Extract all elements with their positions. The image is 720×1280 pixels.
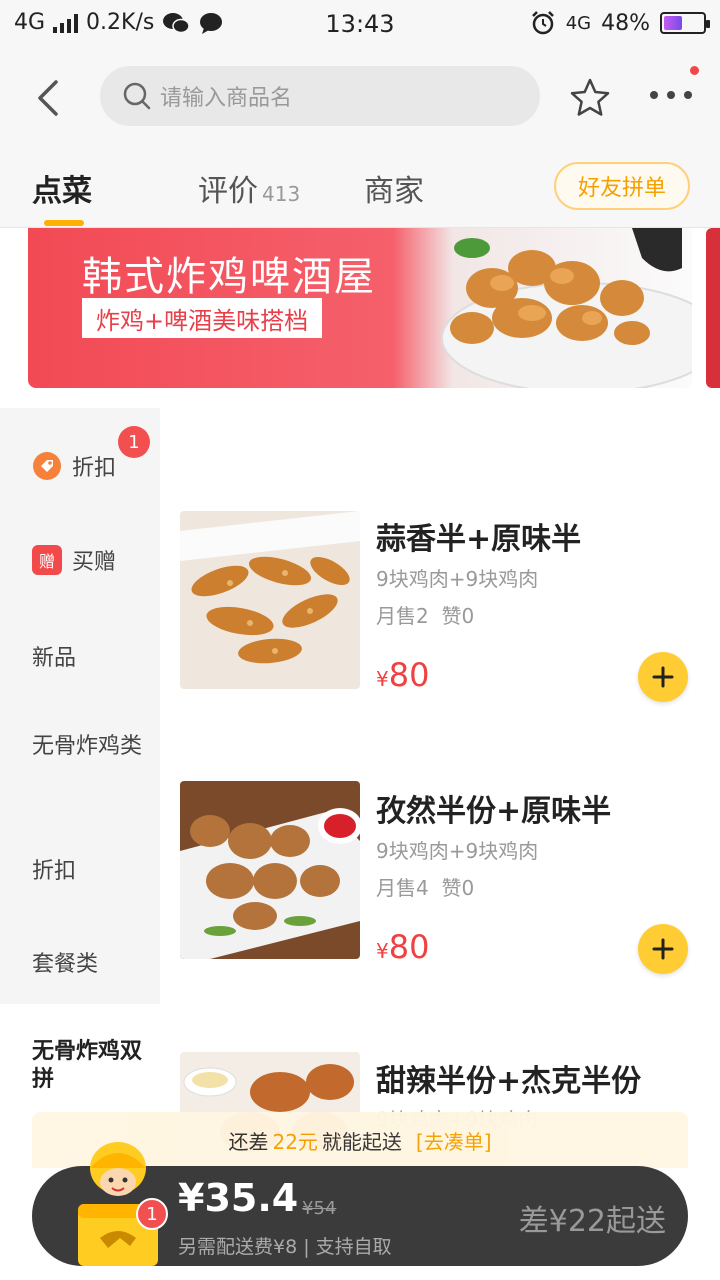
item-name: 孜然半份+原味半 [376, 794, 612, 829]
tab-order[interactable]: 点菜 [32, 166, 92, 210]
fried-wings-photo [180, 511, 360, 689]
promo-banner[interactable]: 韩式炸鸡啤酒屋 炸鸡+啤酒美味搭档 [28, 228, 692, 388]
item-image[interactable] [180, 781, 360, 959]
tab-bar: 点菜 评价 413 商家 好友拼单 [0, 142, 720, 228]
plus-icon [652, 938, 674, 960]
category-combo[interactable]: 套餐类 [32, 946, 98, 978]
battery-percent: 48% [601, 10, 650, 36]
search-icon [123, 82, 151, 110]
search-input[interactable]: 请输入商品名 [100, 66, 540, 126]
tab-reviews-label: 评价 [198, 174, 258, 209]
discount-badge: 1 [118, 426, 150, 458]
shop-header: 请输入商品名 [0, 52, 720, 142]
banner-title: 韩式炸鸡啤酒屋 [82, 254, 376, 300]
item-name: 蒜香半+原味半 [376, 522, 582, 557]
category-label: 买赠 [72, 550, 117, 575]
category-boneless[interactable]: 无骨炸鸡类 [32, 733, 142, 761]
item-image[interactable] [180, 511, 360, 689]
tab-merchant-label: 商家 [364, 174, 424, 209]
like-count: 赞0 [441, 876, 475, 900]
category-gift[interactable]: 赠 买赠 [32, 544, 116, 576]
item-name: 甜辣半份+杰克半份 [376, 1064, 642, 1099]
discount-tag-icon [33, 452, 61, 480]
active-tab-indicator [44, 220, 84, 226]
tip-prefix: 还差 [228, 1129, 269, 1154]
network-label-right: 4G [565, 12, 592, 34]
price-value: 80 [388, 928, 430, 966]
tip-amount: 22元 [272, 1129, 318, 1154]
plus-icon [652, 666, 674, 688]
price-value: 80 [388, 656, 430, 694]
cart-count-badge: 1 [136, 1198, 168, 1230]
category-new[interactable]: 新品 [32, 640, 76, 672]
item-sales: 月售4 赞0 [376, 872, 474, 901]
like-count: 赞0 [441, 604, 475, 628]
next-banner-edge [706, 228, 720, 388]
status-right: 4G 48% [530, 10, 710, 36]
cart-total: ¥35.4 [178, 1176, 299, 1220]
item-price: ¥80 [376, 656, 429, 694]
add-more-link[interactable]: [去凑单] [416, 1126, 492, 1155]
alarm-icon [531, 11, 554, 35]
favorite-star-icon[interactable] [568, 76, 612, 120]
category-label: 新品 [32, 646, 77, 671]
category-label: 折扣 [32, 859, 77, 884]
item-description: 9块鸡肉+9块鸡肉 [376, 567, 539, 591]
group-order-button[interactable]: 好友拼单 [554, 162, 690, 210]
search-placeholder: 请输入商品名 [160, 86, 293, 111]
monthly-sales: 月售4 [376, 876, 429, 900]
battery-icon [660, 12, 710, 34]
item-sales: 月售2 赞0 [376, 600, 474, 629]
item-description: 9块鸡肉+9块鸡肉 [376, 839, 539, 863]
add-to-cart-button[interactable] [638, 924, 688, 974]
tab-merchant[interactable]: 商家 [364, 166, 424, 210]
tip-suffix: 就能起送 [321, 1129, 402, 1154]
category-label: 无骨炸鸡类 [32, 734, 143, 759]
add-to-cart-button[interactable] [638, 652, 688, 702]
category-label: 套餐类 [32, 952, 99, 977]
notification-dot [690, 66, 699, 75]
category-label: 折扣 [72, 456, 117, 481]
back-icon[interactable] [30, 76, 70, 120]
banner-subtitle: 炸鸡+啤酒美味搭档 [82, 298, 323, 338]
category-discount-2[interactable]: 折扣 [32, 853, 76, 885]
cart-original-price: ¥54 [302, 1198, 337, 1219]
item-price: ¥80 [376, 928, 429, 966]
fried-chicken-plate-photo [180, 781, 360, 959]
category-sidebar [0, 408, 160, 1004]
min-order-remaining[interactable]: 差¥22起送 [519, 1196, 666, 1240]
review-count: 413 [262, 182, 301, 206]
more-options-icon[interactable] [646, 80, 696, 110]
battery-level [664, 16, 683, 30]
tab-reviews[interactable]: 评价 413 [198, 166, 300, 210]
currency-symbol: ¥ [376, 667, 389, 691]
category-boneless-double[interactable]: 无骨炸鸡双拼 [32, 1038, 142, 1094]
fried-chicken-image [441, 228, 692, 388]
monthly-sales: 月售2 [376, 604, 429, 628]
gift-icon: 赠 [32, 545, 62, 575]
category-discount[interactable]: 折扣 [32, 450, 116, 482]
tab-order-label: 点菜 [32, 174, 92, 209]
currency-symbol: ¥ [376, 939, 389, 963]
delivery-fee-note: 另需配送费¥8 | 支持自取 [178, 1236, 392, 1258]
status-bar: 4G 0.2K/s 13:43 4G 48% [0, 0, 720, 52]
